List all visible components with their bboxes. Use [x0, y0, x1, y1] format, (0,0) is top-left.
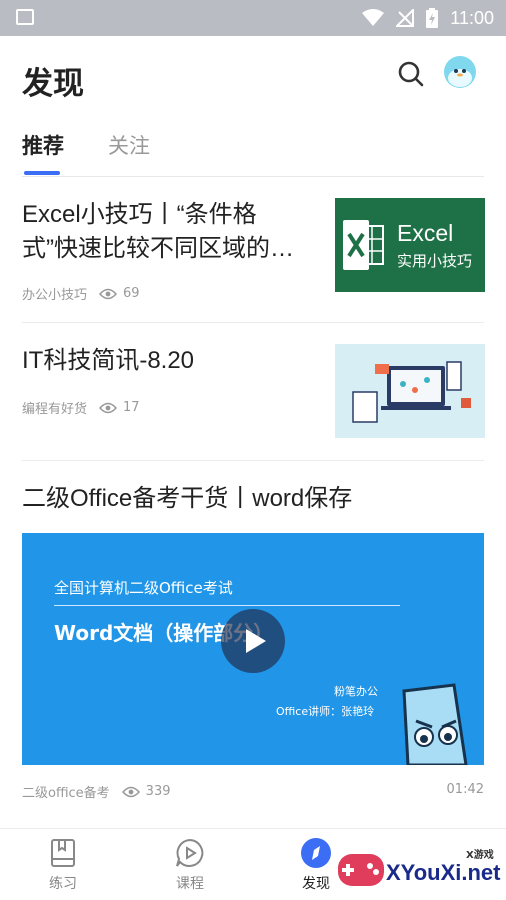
status-bar: 11:00	[0, 0, 506, 36]
tab-bar: 推荐 关注	[0, 124, 506, 177]
gamepad-logo-icon	[338, 854, 384, 886]
article-title: 二级Office备考干货丨word保存	[22, 485, 353, 512]
no-signal-icon	[396, 9, 415, 27]
clock: 11:00	[450, 7, 494, 28]
video-teacher: Office讲师：张艳玲	[276, 705, 375, 718]
view-count: 69	[123, 286, 140, 301]
header: 发现	[0, 36, 506, 124]
divider	[22, 176, 484, 177]
watermark: X游戏 XYouXi.net	[336, 840, 506, 896]
tech-illustration-icon	[352, 361, 471, 423]
article-meta: 编程有好货 17	[22, 398, 140, 417]
article-source: 办公小技巧	[22, 288, 88, 303]
video-exam-title: 全国计算机二级Office考试	[54, 579, 233, 597]
image-notification-icon	[16, 9, 34, 25]
tab-follow[interactable]: 关注	[108, 130, 150, 160]
article-meta: 二级office备考 339 01:42	[22, 782, 484, 801]
eye-icon	[99, 402, 118, 413]
play-bubble-icon	[176, 838, 204, 867]
article-thumbnail	[335, 344, 485, 438]
mascot-icon	[402, 683, 468, 765]
play-icon	[246, 629, 266, 653]
watermark-text: XYouXi.net	[386, 860, 501, 885]
active-tab-indicator	[24, 171, 60, 175]
article-source: 二级office备考	[22, 786, 110, 801]
nav-course[interactable]: 课程	[145, 837, 235, 897]
article-title: Excel小技巧丨“条件格式”快速比较不同区域的…	[22, 201, 294, 262]
search-icon[interactable]	[397, 60, 425, 88]
video-thumbnail[interactable]: 全国计算机二级Office考试 Word文档（操作部分） 粉笔办公 Office…	[22, 533, 484, 765]
divider	[22, 460, 484, 461]
nav-practice[interactable]: 练习	[18, 837, 108, 897]
compass-icon	[301, 838, 331, 868]
view-count: 17	[123, 400, 140, 415]
video-brand: 粉笔办公	[334, 685, 378, 698]
avatar-bird-icon	[448, 69, 472, 87]
nav-label: 课程	[176, 876, 204, 892]
article-card[interactable]: IT科技简讯-8.20 编程有好货 17	[22, 344, 485, 438]
page-title: 发现	[22, 66, 84, 102]
eye-icon	[99, 288, 118, 299]
play-button[interactable]	[221, 609, 285, 673]
article-meta: 办公小技巧 69	[22, 284, 140, 303]
article-card[interactable]: 二级Office备考干货丨word保存	[22, 482, 484, 516]
nav-label: 练习	[49, 876, 77, 892]
article-source: 编程有好货	[22, 402, 88, 417]
article-card[interactable]: Excel小技巧丨“条件格式”快速比较不同区域的… 办公小技巧 69 Excel…	[22, 198, 485, 303]
divider	[22, 322, 484, 323]
eye-icon	[121, 786, 140, 797]
video-duration: 01:42	[446, 782, 484, 797]
battery-charging-icon	[426, 8, 439, 28]
thumbnail-caption: 实用小技巧	[397, 252, 473, 270]
book-icon	[51, 839, 75, 867]
watermark-sub: X游戏	[466, 850, 494, 861]
article-thumbnail: Excel 实用小技巧	[335, 198, 485, 292]
view-count: 339	[145, 784, 171, 799]
video-title-rule	[54, 605, 400, 606]
avatar[interactable]	[444, 56, 476, 88]
wifi-icon	[362, 9, 385, 26]
thumbnail-brand: Excel	[397, 220, 454, 246]
tab-recommend[interactable]: 推荐	[22, 130, 64, 160]
